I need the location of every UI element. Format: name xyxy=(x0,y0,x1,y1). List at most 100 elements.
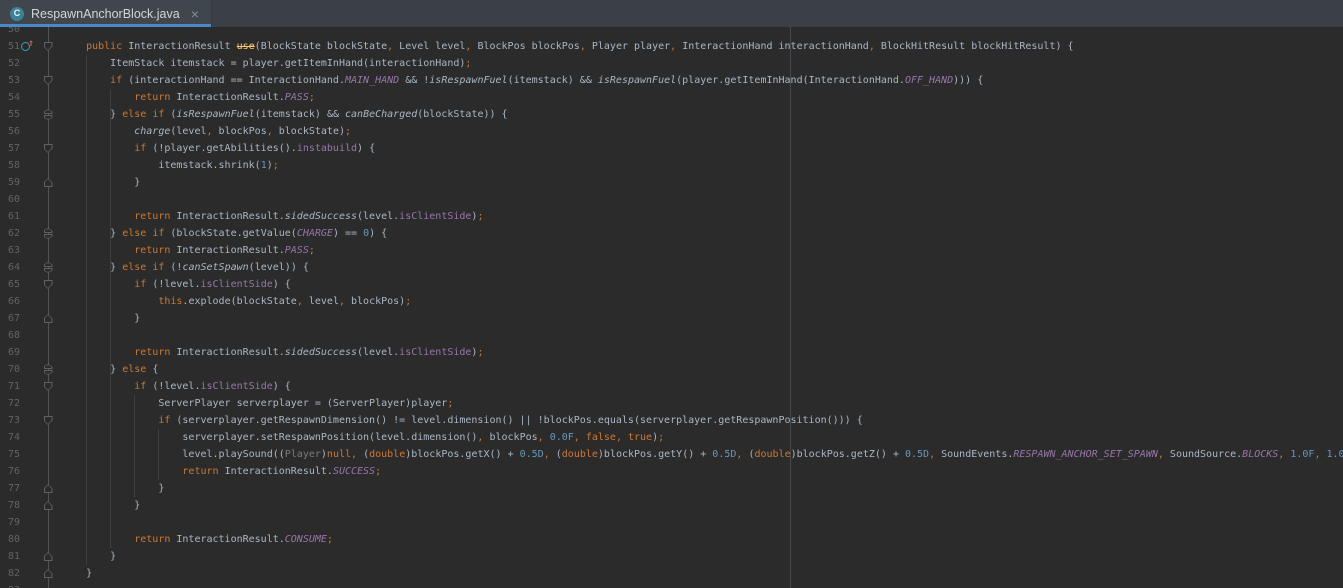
fold-marker[interactable] xyxy=(34,106,62,123)
line-number: 83 xyxy=(0,582,20,588)
fold-marker[interactable] xyxy=(34,259,62,276)
fold-marker[interactable] xyxy=(34,310,62,327)
fold-marker[interactable] xyxy=(34,378,62,395)
fold-slot xyxy=(34,514,62,531)
gutter-icon-slot xyxy=(20,344,34,361)
gutter-icon-slot xyxy=(20,208,34,225)
line-number: 82 xyxy=(0,565,20,582)
tab-title: RespawnAnchorBlock.java xyxy=(31,7,180,21)
fold-marker[interactable] xyxy=(34,412,62,429)
fold-expand-icon xyxy=(44,382,53,391)
code-line: 56 charge(level, blockPos, blockState); xyxy=(0,123,1343,140)
code-line: 60 xyxy=(0,191,1343,208)
code-text: level.playSound((Player)null, (double)bl… xyxy=(62,446,1343,463)
line-number: 70 xyxy=(0,361,20,378)
code-line: 76 return InteractionResult.SUCCESS; xyxy=(0,463,1343,480)
code-line: 50 xyxy=(0,27,1343,38)
gutter-icon-slot xyxy=(20,259,34,276)
code-text: if (interactionHand == InteractionHand.M… xyxy=(62,72,1343,89)
line-number: 69 xyxy=(0,344,20,361)
fold-expand-icon xyxy=(44,416,53,425)
code-text: if (serverplayer.getRespawnDimension() !… xyxy=(62,412,1343,429)
line-number: 65 xyxy=(0,276,20,293)
fold-marker[interactable] xyxy=(34,480,62,497)
line-number: 80 xyxy=(0,531,20,548)
code-text: } else if (blockState.getValue(CHARGE) =… xyxy=(62,225,1343,242)
close-tab-icon[interactable]: × xyxy=(191,7,199,21)
fold-end-icon xyxy=(44,569,53,578)
fold-marker[interactable] xyxy=(34,276,62,293)
code-line: 61 return InteractionResult.sidedSuccess… xyxy=(0,208,1343,225)
code-text: return InteractionResult.CONSUME; xyxy=(62,531,1343,548)
code-editor[interactable]: 5051↑ public InteractionResult use(Block… xyxy=(0,27,1343,588)
gutter-icon-slot xyxy=(20,327,34,344)
code-line: 79 xyxy=(0,514,1343,531)
code-line: 75 level.playSound((Player)null, (double… xyxy=(0,446,1343,463)
line-number: 71 xyxy=(0,378,20,395)
gutter-icon-slot xyxy=(20,191,34,208)
code-line: 68 xyxy=(0,327,1343,344)
line-number: 50 xyxy=(0,27,20,38)
line-number: 56 xyxy=(0,123,20,140)
code-line: 62 } else if (blockState.getValue(CHARGE… xyxy=(0,225,1343,242)
code-text: } xyxy=(62,310,1343,327)
ide-window: C RespawnAnchorBlock.java × 5051↑ public… xyxy=(0,0,1343,588)
code-text: charge(level, blockPos, blockState); xyxy=(62,123,1343,140)
fold-slot xyxy=(34,123,62,140)
line-number: 59 xyxy=(0,174,20,191)
fold-expand-icon xyxy=(44,76,53,85)
code-text: ServerPlayer serverplayer = (ServerPlaye… xyxy=(62,395,1343,412)
fold-marker[interactable] xyxy=(34,38,62,55)
gutter-icon-slot xyxy=(20,429,34,446)
gutter-icon-slot xyxy=(20,446,34,463)
fold-marker[interactable] xyxy=(34,225,62,242)
code-line: 83 xyxy=(0,582,1343,588)
gutter-icon-slot xyxy=(20,412,34,429)
fold-marker[interactable] xyxy=(34,565,62,582)
code-line: 74 serverplayer.setRespawnPosition(level… xyxy=(0,429,1343,446)
fold-expand-icon xyxy=(44,42,53,51)
fold-marker[interactable] xyxy=(34,174,62,191)
fold-marker[interactable] xyxy=(34,497,62,514)
code-line: 73 if (serverplayer.getRespawnDimension(… xyxy=(0,412,1343,429)
fold-slot xyxy=(34,27,62,38)
code-rows: 5051↑ public InteractionResult use(Block… xyxy=(0,27,1343,588)
fold-slot xyxy=(34,582,62,588)
fold-end-icon xyxy=(44,501,53,510)
code-text: } xyxy=(62,565,1343,582)
line-number: 53 xyxy=(0,72,20,89)
code-text: this.explode(blockState, level, blockPos… xyxy=(62,293,1343,310)
code-line: 69 return InteractionResult.sidedSuccess… xyxy=(0,344,1343,361)
code-text: return InteractionResult.SUCCESS; xyxy=(62,463,1343,480)
line-number: 57 xyxy=(0,140,20,157)
fold-end-start-icon xyxy=(44,228,53,239)
gutter-icon-slot xyxy=(20,310,34,327)
code-text: } else if (!canSetSpawn(level)) { xyxy=(62,259,1343,276)
tab-respawnanchorblock-java[interactable]: C RespawnAnchorBlock.java × xyxy=(0,0,212,27)
gutter-icon-slot xyxy=(20,106,34,123)
fold-slot xyxy=(34,157,62,174)
line-number: 61 xyxy=(0,208,20,225)
fold-end-start-icon xyxy=(44,109,53,120)
gutter-icon-slot xyxy=(20,123,34,140)
line-number: 66 xyxy=(0,293,20,310)
line-number: 76 xyxy=(0,463,20,480)
fold-slot xyxy=(34,89,62,106)
fold-end-icon xyxy=(44,552,53,561)
code-line: 67 } xyxy=(0,310,1343,327)
line-number: 60 xyxy=(0,191,20,208)
code-text: if (!level.isClientSide) { xyxy=(62,378,1343,395)
fold-marker[interactable] xyxy=(34,140,62,157)
fold-marker[interactable] xyxy=(34,72,62,89)
line-number: 74 xyxy=(0,429,20,446)
code-line: 58 itemstack.shrink(1); xyxy=(0,157,1343,174)
code-text: return InteractionResult.sidedSuccess(le… xyxy=(62,344,1343,361)
line-number: 58 xyxy=(0,157,20,174)
fold-slot xyxy=(34,344,62,361)
line-number: 52 xyxy=(0,55,20,72)
override-method-icon[interactable]: ↑ xyxy=(20,38,34,55)
line-number: 77 xyxy=(0,480,20,497)
fold-marker[interactable] xyxy=(34,548,62,565)
fold-marker[interactable] xyxy=(34,361,62,378)
line-number: 55 xyxy=(0,106,20,123)
